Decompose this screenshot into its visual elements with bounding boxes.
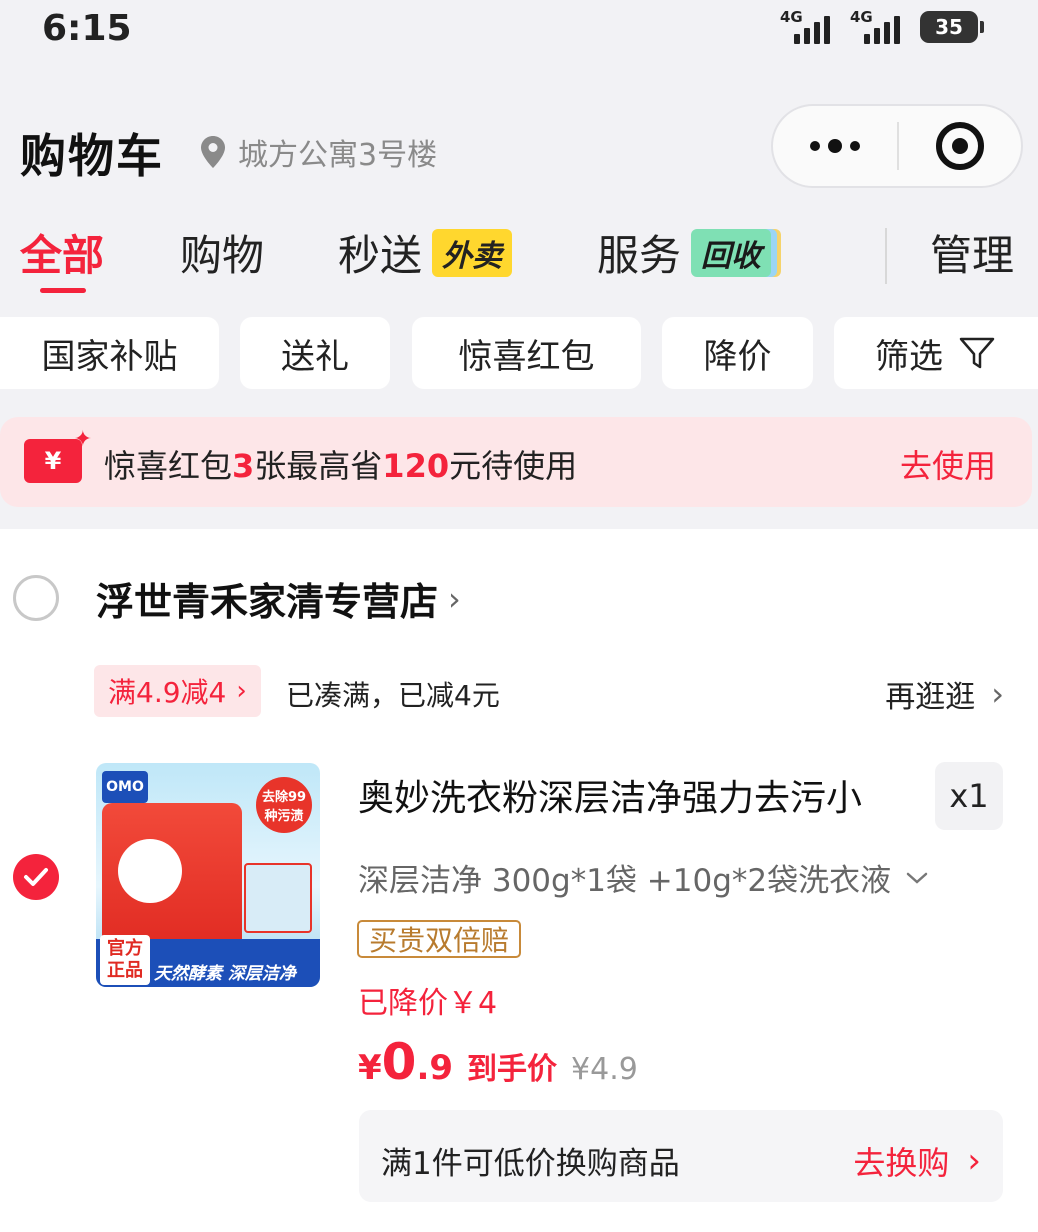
- tab-all[interactable]: 全部: [20, 222, 104, 283]
- exchange-offer-text: 满1件可低价换购商品: [381, 1146, 680, 1182]
- promo-status: 已凑满，已减4元: [286, 679, 500, 712]
- product-title[interactable]: 奥妙洗衣粉深层洁净强力去污小: [358, 769, 918, 821]
- browse-more-link[interactable]: 再逛逛 ›: [885, 672, 1004, 716]
- filter-price-drop[interactable]: 降价: [662, 317, 813, 389]
- image-banner-text: 天然酵素 深层洁净: [154, 964, 296, 984]
- chevron-right-icon: ›: [448, 579, 461, 618]
- page-title: 购物车: [20, 129, 164, 183]
- filter-national-subsidy[interactable]: 国家补贴: [0, 317, 219, 389]
- price-row: ¥ 0 .9 到手价 ¥4.9: [358, 1033, 638, 1091]
- store-name: 浮世青禾家清专营店: [96, 580, 439, 624]
- exchange-link[interactable]: 去换购 ›: [853, 1138, 981, 1184]
- price-drop-text: 已降价￥4: [358, 986, 498, 1021]
- quantity-selector[interactable]: x1: [935, 762, 1003, 830]
- store-select-checkbox[interactable]: [13, 575, 59, 621]
- stain-removal-tag: 去除99种污渍: [256, 777, 312, 833]
- checkmark-icon: [24, 868, 48, 886]
- page-header: 购物车 城方公寓3号楼: [0, 100, 1038, 196]
- tab-label: 购物: [180, 231, 265, 280]
- coupon-banner[interactable]: ¥ ✦ 惊喜红包3张最高省120元待使用 去使用: [0, 417, 1032, 507]
- category-tabs: 全部 购物 秒送 外卖 服务 回收 管理: [0, 222, 1038, 294]
- target-icon: [935, 122, 984, 170]
- location-pin-icon: [201, 136, 225, 168]
- bag-emblem: [118, 839, 182, 903]
- takeout-badge: 外卖: [432, 228, 513, 277]
- funnel-icon: [959, 337, 995, 369]
- exchange-offer-bar[interactable]: 满1件可低价换购商品 去换购 ›: [359, 1110, 1003, 1202]
- manage-button[interactable]: 管理: [930, 222, 1014, 283]
- filter-chips: 国家补贴 送礼 惊喜红包 降价 筛选: [0, 317, 1038, 391]
- filter-gift[interactable]: 送礼: [240, 317, 390, 389]
- close-button[interactable]: [899, 106, 1021, 186]
- final-price-label: 到手价: [467, 1052, 558, 1087]
- tab-label: 秒送: [338, 231, 423, 280]
- signal-icon: 4G: [850, 8, 906, 44]
- original-price: ¥4.9: [571, 1052, 638, 1087]
- filter-red-packet[interactable]: 惊喜红包: [412, 317, 641, 389]
- active-tab-indicator: [40, 288, 86, 293]
- recycle-badge: 回收: [691, 228, 772, 277]
- location-text: 城方公寓3号楼: [238, 138, 438, 173]
- store-name-link[interactable]: 浮世青禾家清专营店 ›: [96, 571, 461, 626]
- use-coupon-link[interactable]: 去使用: [900, 441, 996, 487]
- product-image[interactable]: OMO 去除99种污渍 官方正品 天然酵素 深层洁净: [96, 763, 320, 987]
- chevron-right-icon: ›: [991, 675, 1004, 713]
- chevron-right-icon: ›: [236, 676, 247, 706]
- price-integer: 0: [381, 1033, 417, 1091]
- coupon-text: 惊喜红包3张最高省120元待使用: [104, 447, 578, 485]
- filter-button[interactable]: 筛选: [834, 317, 1038, 389]
- battery-icon: 35: [920, 11, 984, 43]
- brand-logo: OMO: [102, 771, 148, 803]
- status-time: 6:15: [42, 8, 132, 49]
- mini-program-capsule: [771, 104, 1023, 188]
- tab-instant-delivery[interactable]: 秒送 外卖: [338, 222, 513, 283]
- price-currency: ¥: [358, 1048, 382, 1088]
- store-promo-row: 满4.9减4 › 已凑满，已减4元 再逛逛 ›: [94, 665, 1004, 717]
- chevron-right-icon: ›: [967, 1141, 981, 1181]
- price-decimal: .9: [416, 1048, 454, 1088]
- bonus-pack: [244, 863, 312, 933]
- status-icons: 4G 4G 35: [780, 8, 984, 44]
- spec-selector[interactable]: 深层洁净 300g*1袋 +10g*2袋洗衣液: [358, 855, 929, 900]
- tab-label: 服务: [597, 231, 682, 280]
- official-badge: 官方正品: [100, 935, 150, 985]
- red-packet-icon: ¥ ✦: [24, 427, 92, 483]
- cart-store-card: 浮世青禾家清专营店 › 满4.9减4 › 已凑满，已减4元 再逛逛 › OMO …: [0, 529, 1038, 1232]
- item-select-checkbox[interactable]: [13, 854, 59, 900]
- spec-text: 深层洁净 300g*1袋 +10g*2袋洗衣液: [358, 863, 892, 899]
- signal-icon: 4G: [780, 8, 836, 44]
- status-bar: 6:15 4G 4G 35: [0, 0, 1038, 60]
- filter-label: 筛选: [875, 336, 943, 377]
- tab-services[interactable]: 服务 回收: [597, 222, 772, 283]
- price-guarantee-badge: 买贵双倍赔: [357, 920, 522, 958]
- tab-shopping[interactable]: 购物: [180, 222, 264, 283]
- promo-tag[interactable]: 满4.9减4 ›: [94, 665, 261, 717]
- chevron-down-icon: [906, 872, 928, 884]
- tab-divider: [885, 228, 887, 284]
- location-selector[interactable]: 城方公寓3号楼: [200, 130, 437, 174]
- tab-label: 全部: [20, 231, 105, 280]
- more-button[interactable]: [773, 106, 897, 186]
